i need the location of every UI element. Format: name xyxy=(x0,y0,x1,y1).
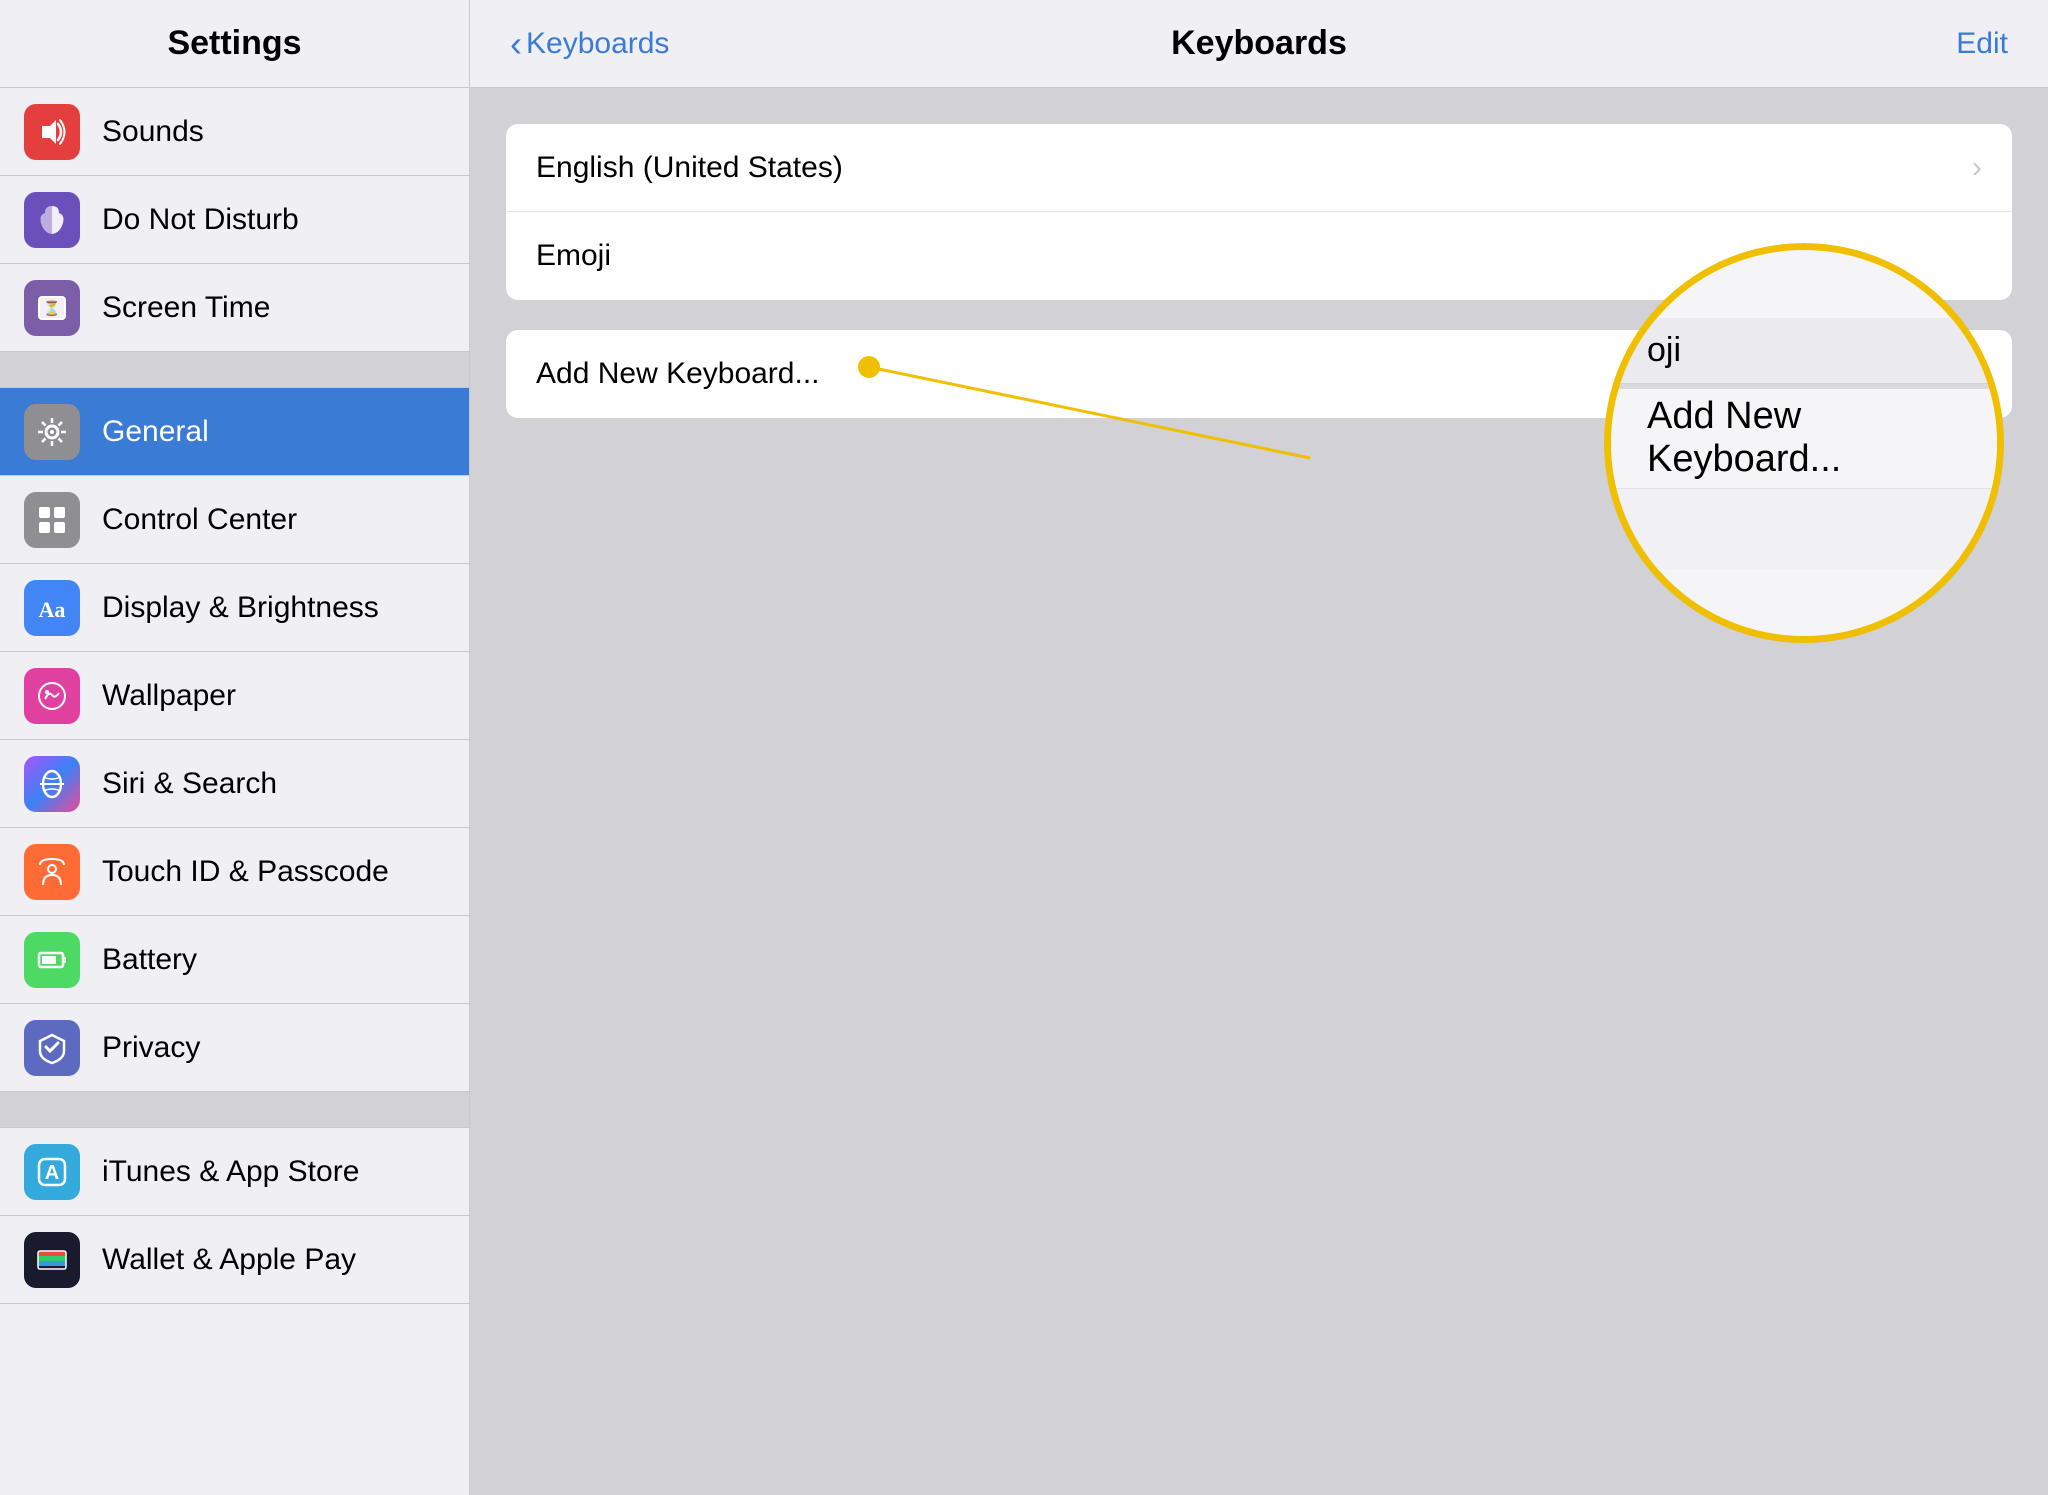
sidebar-item-wallpaper-label: Wallpaper xyxy=(102,679,236,713)
right-panel: ‹ Keyboards Keyboards Edit English (Unit… xyxy=(470,0,2048,1495)
sidebar-item-itunes-label: iTunes & App Store xyxy=(102,1155,359,1189)
battery-icon xyxy=(24,932,80,988)
sidebar-item-general[interactable]: General xyxy=(0,388,469,476)
sidebar-item-touchid[interactable]: Touch ID & Passcode xyxy=(0,828,469,916)
sidebar-section-1: Sounds Do Not Disturb ⏳ Screen Time xyxy=(0,88,469,352)
sidebar-separator-1 xyxy=(0,352,469,388)
do-not-disturb-icon xyxy=(24,192,80,248)
privacy-icon xyxy=(24,1020,80,1076)
general-icon xyxy=(24,404,80,460)
sidebar-item-itunes[interactable]: A iTunes & App Store xyxy=(0,1128,469,1216)
sidebar-title: Settings xyxy=(167,24,301,63)
mag-main-row: Add New Keyboard... xyxy=(1611,389,1997,489)
sounds-icon xyxy=(24,104,80,160)
sidebar-item-control-center[interactable]: Control Center xyxy=(0,476,469,564)
sidebar-item-touchid-label: Touch ID & Passcode xyxy=(102,855,389,889)
sidebar-item-battery[interactable]: Battery xyxy=(0,916,469,1004)
sidebar-item-control-label: Control Center xyxy=(102,503,297,537)
sidebar-item-display[interactable]: Aa Display & Brightness xyxy=(0,564,469,652)
svg-text:⏳: ⏳ xyxy=(43,300,60,317)
sidebar-section-3: A iTunes & App Store Wallet & Apple Pay xyxy=(0,1128,469,1304)
siri-icon xyxy=(24,756,80,812)
sidebar-item-sounds[interactable]: Sounds xyxy=(0,88,469,176)
wallpaper-icon xyxy=(24,668,80,724)
sidebar-item-dnd-label: Do Not Disturb xyxy=(102,203,299,237)
sidebar: Settings Sounds Do Not Disturb xyxy=(0,0,470,1495)
mag-bottom-partial xyxy=(1611,489,1997,569)
sidebar-item-sounds-label: Sounds xyxy=(102,115,204,149)
sidebar-item-general-label: General xyxy=(102,415,209,449)
right-panel-title: Keyboards xyxy=(1171,24,1347,63)
sidebar-separator-2 xyxy=(0,1092,469,1128)
mag-partial-top: oji xyxy=(1611,318,1997,384)
keyboard-english-chevron-icon: › xyxy=(1972,151,1982,185)
back-label: Keyboards xyxy=(526,27,669,61)
sidebar-item-wallet[interactable]: Wallet & Apple Pay xyxy=(0,1216,469,1304)
right-content: English (United States) › Emoji Add New … xyxy=(470,88,2048,1495)
magnified-circle: oji Add New Keyboard... xyxy=(1604,243,2004,643)
screen-time-icon: ⏳ xyxy=(24,280,80,336)
sidebar-item-display-label: Display & Brightness xyxy=(102,591,379,625)
sidebar-header: Settings xyxy=(0,0,469,88)
sidebar-item-screen-time[interactable]: ⏳ Screen Time xyxy=(0,264,469,352)
sidebar-item-privacy-label: Privacy xyxy=(102,1031,200,1065)
keyboard-row-english[interactable]: English (United States) › xyxy=(506,124,2012,212)
sidebar-item-wallpaper[interactable]: Wallpaper xyxy=(0,652,469,740)
sidebar-item-wallet-label: Wallet & Apple Pay xyxy=(102,1243,356,1277)
mag-main-label: Add New Keyboard... xyxy=(1647,395,1961,481)
wallet-icon xyxy=(24,1232,80,1288)
touchid-icon xyxy=(24,844,80,900)
display-icon: Aa xyxy=(24,580,80,636)
sidebar-item-battery-label: Battery xyxy=(102,943,197,977)
magnified-content: oji Add New Keyboard... xyxy=(1611,250,1997,636)
back-button[interactable]: ‹ Keyboards xyxy=(510,23,669,65)
sidebar-section-2: General Control Center Aa Display & Brig… xyxy=(0,388,469,1092)
annotation-dot xyxy=(858,356,880,378)
mag-top-text: oji xyxy=(1647,331,1681,370)
edit-button[interactable]: Edit xyxy=(1956,27,2008,61)
keyboard-english-label: English (United States) xyxy=(536,151,1972,185)
sidebar-item-siri-label: Siri & Search xyxy=(102,767,277,801)
svg-text:A: A xyxy=(45,1162,59,1184)
control-center-icon xyxy=(24,492,80,548)
right-header: ‹ Keyboards Keyboards Edit xyxy=(470,0,2048,88)
itunes-icon: A xyxy=(24,1144,80,1200)
sidebar-item-privacy[interactable]: Privacy xyxy=(0,1004,469,1092)
sidebar-item-siri[interactable]: Siri & Search xyxy=(0,740,469,828)
back-chevron-icon: ‹ xyxy=(510,23,522,65)
sidebar-item-do-not-disturb[interactable]: Do Not Disturb xyxy=(0,176,469,264)
svg-text:Aa: Aa xyxy=(39,597,66,622)
sidebar-item-screentime-label: Screen Time xyxy=(102,291,270,325)
